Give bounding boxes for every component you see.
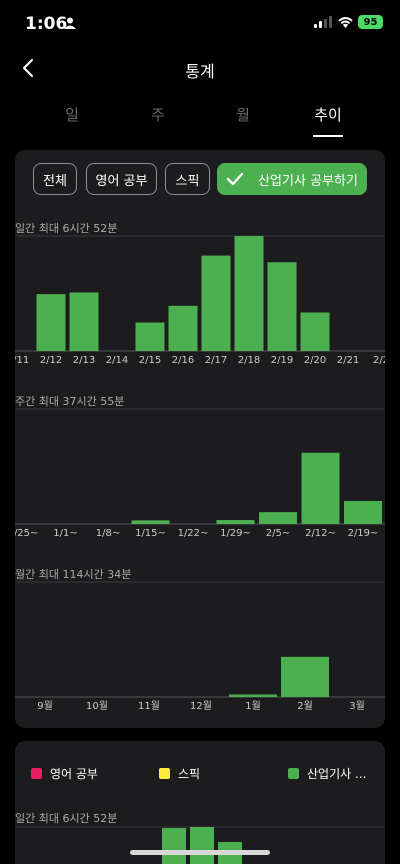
legend-swatch (288, 768, 299, 779)
filter-english-label: 영어 공부 (95, 173, 148, 189)
tab-trend[interactable]: 추이 (298, 104, 358, 125)
battery-icon: 95 (358, 15, 383, 29)
legend-swatch (31, 768, 42, 779)
tick-label: 2/16 (172, 355, 194, 366)
chart-bar (36, 294, 66, 351)
tick-label: 1/1~ (53, 528, 77, 539)
tick-label: 2월 (297, 700, 313, 712)
status-time: 1:06 (25, 14, 68, 34)
chart-bar (131, 520, 170, 524)
status-bar: 1:06 95 (0, 0, 400, 46)
tick-label: 1/8~ (96, 528, 120, 539)
tick-label: 3월 (349, 700, 365, 712)
tick-label: 2/11 (15, 355, 29, 366)
chart-bar (69, 292, 99, 351)
person-icon (64, 17, 76, 29)
chart-bar (162, 828, 186, 864)
home-indicator (130, 850, 270, 855)
nav-header: 통계 (0, 46, 400, 90)
tick-label: 2/25~ (15, 528, 38, 539)
daily2-chart (15, 826, 385, 864)
legend-swatch (159, 768, 170, 779)
weekly-chart: 2/25~ 1/1~ 1/8~ 1/15~ 1/22~ 1/29~ 2/5~ 2/12~ 2/1… (15, 408, 385, 539)
filter-exam-label: 산업기사 공부하기 (258, 173, 358, 189)
chart-bar (300, 312, 330, 351)
monthly-chart: 9월 10월 11월 12월 1월 2월 3월 (15, 581, 385, 712)
filter-all-label: 전체 (43, 173, 67, 189)
active-tab-indicator (313, 135, 343, 137)
filter-speak[interactable]: 스픽 (165, 163, 210, 195)
tab-week[interactable]: 주 (128, 104, 188, 125)
tick-label: 9월 (37, 700, 53, 712)
wifi-icon (338, 17, 353, 28)
legend-item-speak: 스픽 (159, 765, 200, 782)
legend-item-exam: 산업기사 ... (288, 765, 366, 782)
legend-label: 영어 공부 (50, 767, 98, 781)
tab-month[interactable]: 월 (213, 104, 273, 125)
tick-label: 2/2 (373, 355, 385, 366)
tick-label: 11월 (138, 700, 160, 712)
tick-label: 2/12~ (305, 528, 336, 539)
signal-icon (314, 16, 332, 28)
chart-bar (168, 305, 198, 351)
chart-bar (190, 827, 214, 864)
tick-label: 2/18 (238, 355, 260, 366)
tick-label: 2/15 (139, 355, 161, 366)
period-tabs: 일 주 월 추이 (0, 98, 400, 142)
tick-label: 1/22~ (178, 528, 209, 539)
tick-label: 2/14 (106, 355, 128, 366)
chart-bar (344, 500, 382, 524)
daily2-chart-label: 일간 최대 6시간 52분 (15, 812, 118, 825)
chart-bar (135, 322, 165, 351)
page-title: 통계 (185, 62, 215, 81)
tick-label: 2/5~ (266, 528, 290, 539)
tick-label: 10월 (86, 700, 108, 712)
chart-bar (234, 236, 264, 351)
tick-label: 2/20 (304, 355, 326, 366)
tick-label: 12월 (190, 700, 212, 712)
tick-label: 1월 (245, 700, 261, 712)
chart-bar (259, 512, 297, 524)
legend-label: 산업기사 ... (307, 767, 367, 781)
tick-label: 1/29~ (220, 528, 251, 539)
chart-bar (201, 255, 231, 351)
chart-bar (281, 656, 329, 697)
chart-bar (267, 262, 297, 351)
stats-card: 전체 영어 공부 스픽 산업기사 공부하기 일간 최대 6시간 52분 2/11… (15, 150, 385, 728)
filter-all[interactable]: 전체 (33, 163, 77, 195)
check-icon (226, 172, 244, 186)
legend-card: 영어 공부 스픽 산업기사 ... 일간 최대 6시간 52분 (15, 741, 385, 864)
chart-bar (229, 694, 277, 697)
tick-label: 1/15~ (135, 528, 166, 539)
filter-exam[interactable]: 산업기사 공부하기 (217, 163, 367, 195)
filter-speak-label: 스픽 (175, 173, 200, 189)
legend-item-english: 영어 공부 (31, 765, 98, 782)
tick-label: 2/17 (205, 355, 227, 366)
tick-label: 2/21 (337, 355, 359, 366)
chart-bar (216, 520, 255, 524)
filter-english[interactable]: 영어 공부 (86, 163, 157, 195)
legend-label: 스픽 (178, 767, 201, 781)
tick-label: 2/13 (73, 355, 95, 366)
tick-label: 2/19 (271, 355, 293, 366)
daily-chart: 2/11 2/12 2/13 2/14 2/15 2/16 2/17 2/18 2/19 2/20… (15, 235, 385, 366)
tab-day[interactable]: 일 (42, 104, 102, 125)
tick-label: 2/19~ (348, 528, 379, 539)
tick-label: 2/12 (40, 355, 62, 366)
chart-bar (301, 452, 340, 524)
